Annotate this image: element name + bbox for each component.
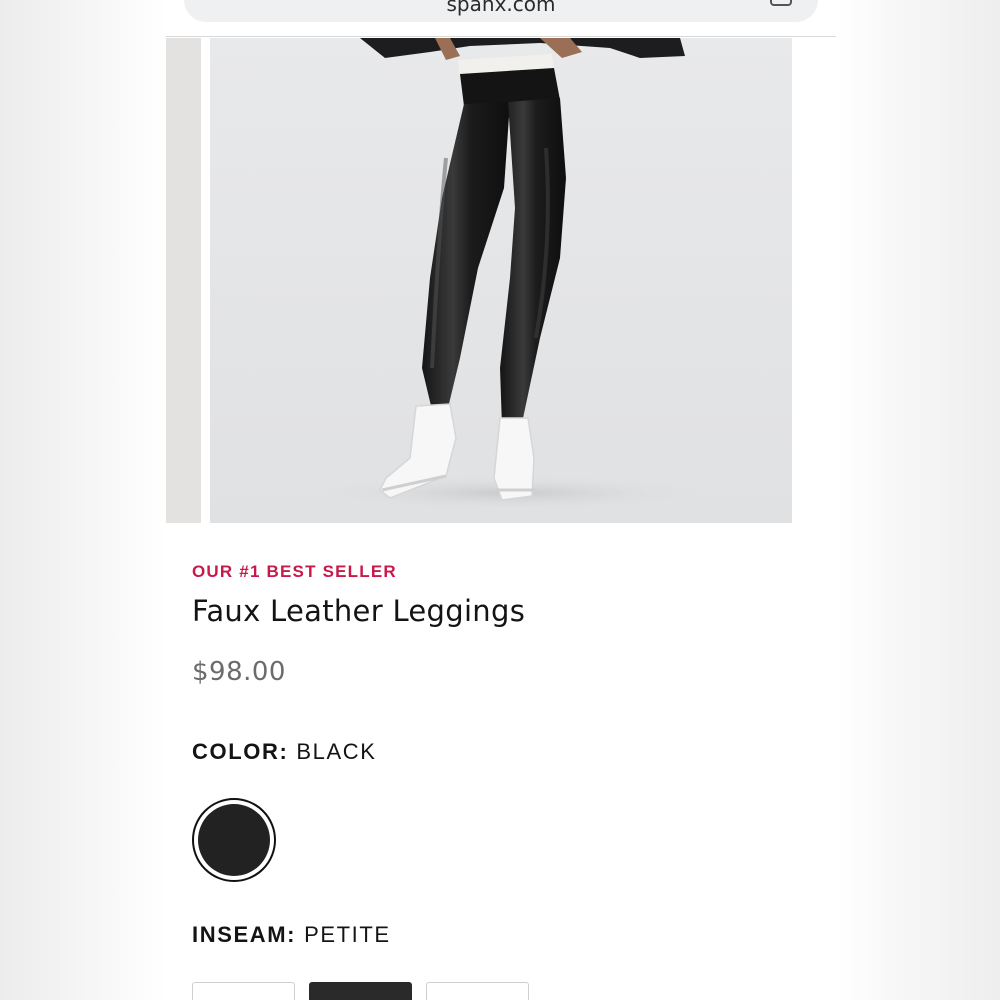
- product-image[interactable]: [210, 38, 792, 523]
- color-selector-label: COLOR: BLACK: [192, 739, 377, 765]
- inseam-value: PETITE: [304, 922, 391, 947]
- inseam-option-2[interactable]: [309, 982, 412, 1000]
- color-label: COLOR:: [192, 739, 289, 764]
- carousel-gap: [201, 38, 210, 523]
- previous-product-image[interactable]: [166, 38, 201, 523]
- color-value: BLACK: [296, 739, 377, 764]
- product-tagline: OUR #1 BEST SELLER: [192, 562, 397, 581]
- product-price: $98.00: [192, 657, 286, 687]
- inseam-option-3[interactable]: [426, 982, 529, 1000]
- color-swatch-black[interactable]: [192, 798, 276, 882]
- toolbar-divider: [166, 36, 836, 37]
- tabs-icon[interactable]: [770, 0, 792, 6]
- product-title: Faux Leather Leggings: [192, 594, 526, 628]
- product-photo-illustration: [310, 38, 710, 511]
- address-bar[interactable]: spanx.com: [184, 0, 818, 22]
- inseam-selector-label: INSEAM: PETITE: [192, 922, 391, 948]
- mobile-browser-viewport: spanx.com OUR #1 BEST SELLER Faux Leathe…: [166, 0, 836, 1000]
- color-swatch-fill: [198, 804, 270, 876]
- inseam-option-1[interactable]: [192, 982, 295, 1000]
- address-bar-url[interactable]: spanx.com: [184, 0, 818, 16]
- inseam-label: INSEAM:: [192, 922, 297, 947]
